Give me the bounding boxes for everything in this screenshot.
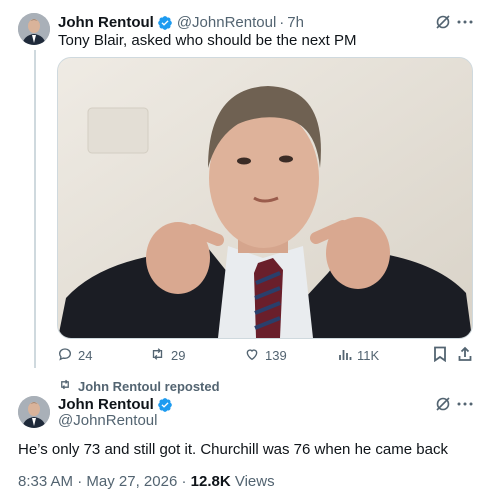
tweet-header: John Rentoul @JohnRentoul · 7h xyxy=(58,14,304,31)
separator: · xyxy=(279,14,285,31)
post-timestamp[interactable]: 8:33 AM xyxy=(18,473,73,490)
like-count: 139 xyxy=(265,347,287,363)
thread-line xyxy=(34,50,36,368)
views-label: Views xyxy=(234,473,275,490)
grok-icon[interactable] xyxy=(434,13,452,31)
avatar[interactable] xyxy=(18,396,50,428)
share-icon xyxy=(457,346,473,365)
tweet-meta: 8:33 AM · May 27, 2026 · 12.8K Views xyxy=(18,473,275,490)
grok-icon[interactable] xyxy=(434,395,452,413)
verified-badge-icon xyxy=(157,397,173,413)
views-count: 12.8K xyxy=(190,473,231,490)
reply-icon xyxy=(57,346,73,365)
author-handle[interactable]: @JohnRentoul xyxy=(177,14,276,31)
views-count: 11K xyxy=(357,347,380,363)
tweet-text: Tony Blair, asked who should be the next… xyxy=(58,32,357,49)
repost-button[interactable]: 29 xyxy=(149,346,185,365)
separator: · xyxy=(181,473,187,490)
like-icon xyxy=(244,346,260,365)
tweet-header: John Rentoul xyxy=(58,396,173,413)
bookmark-button[interactable] xyxy=(433,346,447,365)
author-name[interactable]: John Rentoul xyxy=(58,396,154,413)
verified-badge-icon xyxy=(157,15,173,31)
share-button[interactable] xyxy=(457,346,473,365)
tweet-photo[interactable] xyxy=(57,57,473,339)
reply-button[interactable]: 24 xyxy=(57,346,92,365)
reply-count: 24 xyxy=(78,347,93,363)
views-button[interactable]: 11K xyxy=(338,347,379,364)
tweet-actions: 24 29 139 11K xyxy=(57,346,477,364)
repost-banner[interactable]: John Rentoul reposted xyxy=(58,378,220,394)
repost-icon xyxy=(149,346,166,365)
repost-count: 29 xyxy=(171,347,186,363)
repost-banner-text: John Rentoul reposted xyxy=(78,378,220,394)
views-icon xyxy=(338,347,352,364)
tweet-text: He’s only 73 and still got it. Churchill… xyxy=(18,441,448,458)
separator: · xyxy=(77,473,83,490)
author-handle[interactable]: @JohnRentoul xyxy=(58,412,157,429)
more-icon[interactable] xyxy=(455,395,475,413)
author-name[interactable]: John Rentoul xyxy=(58,14,154,31)
repost-icon xyxy=(58,378,72,394)
post-date[interactable]: May 27, 2026 xyxy=(86,473,177,490)
bookmark-icon xyxy=(433,346,447,365)
more-icon[interactable] xyxy=(455,13,475,31)
like-button[interactable]: 139 xyxy=(244,346,287,365)
post-time[interactable]: 7h xyxy=(287,14,304,31)
avatar[interactable] xyxy=(18,13,50,45)
